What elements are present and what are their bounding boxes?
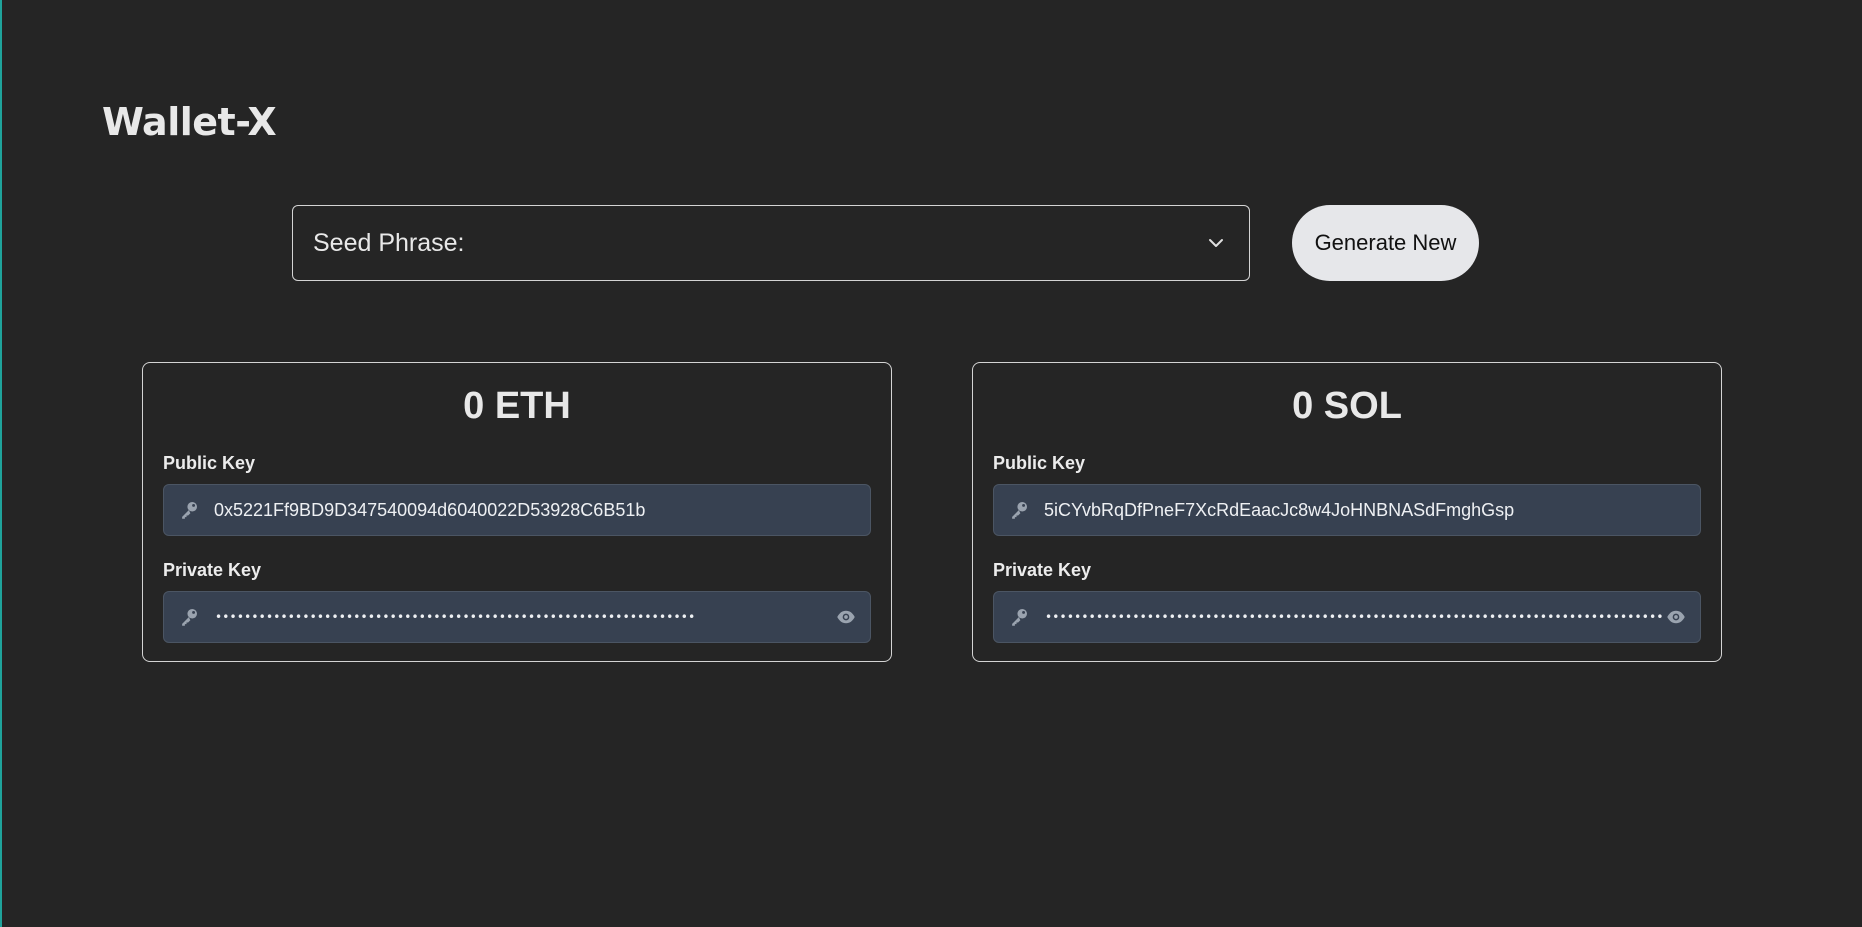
eth-private-key-masked[interactable]: ••••••••••••••••••••••••••••••••••••••••… — [201, 592, 834, 642]
eye-icon[interactable] — [834, 605, 858, 629]
key-icon — [1007, 605, 1031, 629]
window-edge — [0, 0, 2, 927]
sol-public-key-input[interactable] — [1031, 485, 1700, 535]
sol-wallet-card: 0 SOL Public Key Private Key •••••••••••… — [972, 362, 1722, 662]
sol-public-key-field — [993, 484, 1701, 536]
seed-phrase-label: Seed Phrase: — [313, 228, 465, 257]
eth-public-key-label: Public Key — [163, 453, 256, 473]
sol-private-key-label: Private Key — [993, 560, 1092, 580]
seed-phrase-dropdown[interactable]: Seed Phrase: — [292, 205, 1250, 281]
eth-wallet-card: 0 ETH Public Key Private Key •••••••••••… — [142, 362, 892, 662]
eth-balance: 0 ETH — [463, 385, 571, 427]
sol-balance: 0 SOL — [1292, 385, 1402, 427]
generate-new-button[interactable]: Generate New — [1292, 205, 1479, 281]
app-title: Wallet-X — [102, 100, 277, 144]
eth-private-key-field: ••••••••••••••••••••••••••••••••••••••••… — [163, 591, 871, 643]
sol-private-key-masked[interactable]: ••••••••••••••••••••••••••••••••••••••••… — [1031, 592, 1664, 642]
sol-private-key-field: ••••••••••••••••••••••••••••••••••••••••… — [993, 591, 1701, 643]
eth-public-key-field — [163, 484, 871, 536]
key-icon — [177, 498, 201, 522]
key-icon — [1007, 498, 1031, 522]
sol-public-key-label: Public Key — [993, 453, 1086, 473]
eye-icon[interactable] — [1664, 605, 1688, 629]
eth-private-key-label: Private Key — [163, 560, 262, 580]
key-icon — [177, 605, 201, 629]
chevron-down-icon — [1205, 232, 1227, 254]
eth-public-key-input[interactable] — [201, 485, 870, 535]
